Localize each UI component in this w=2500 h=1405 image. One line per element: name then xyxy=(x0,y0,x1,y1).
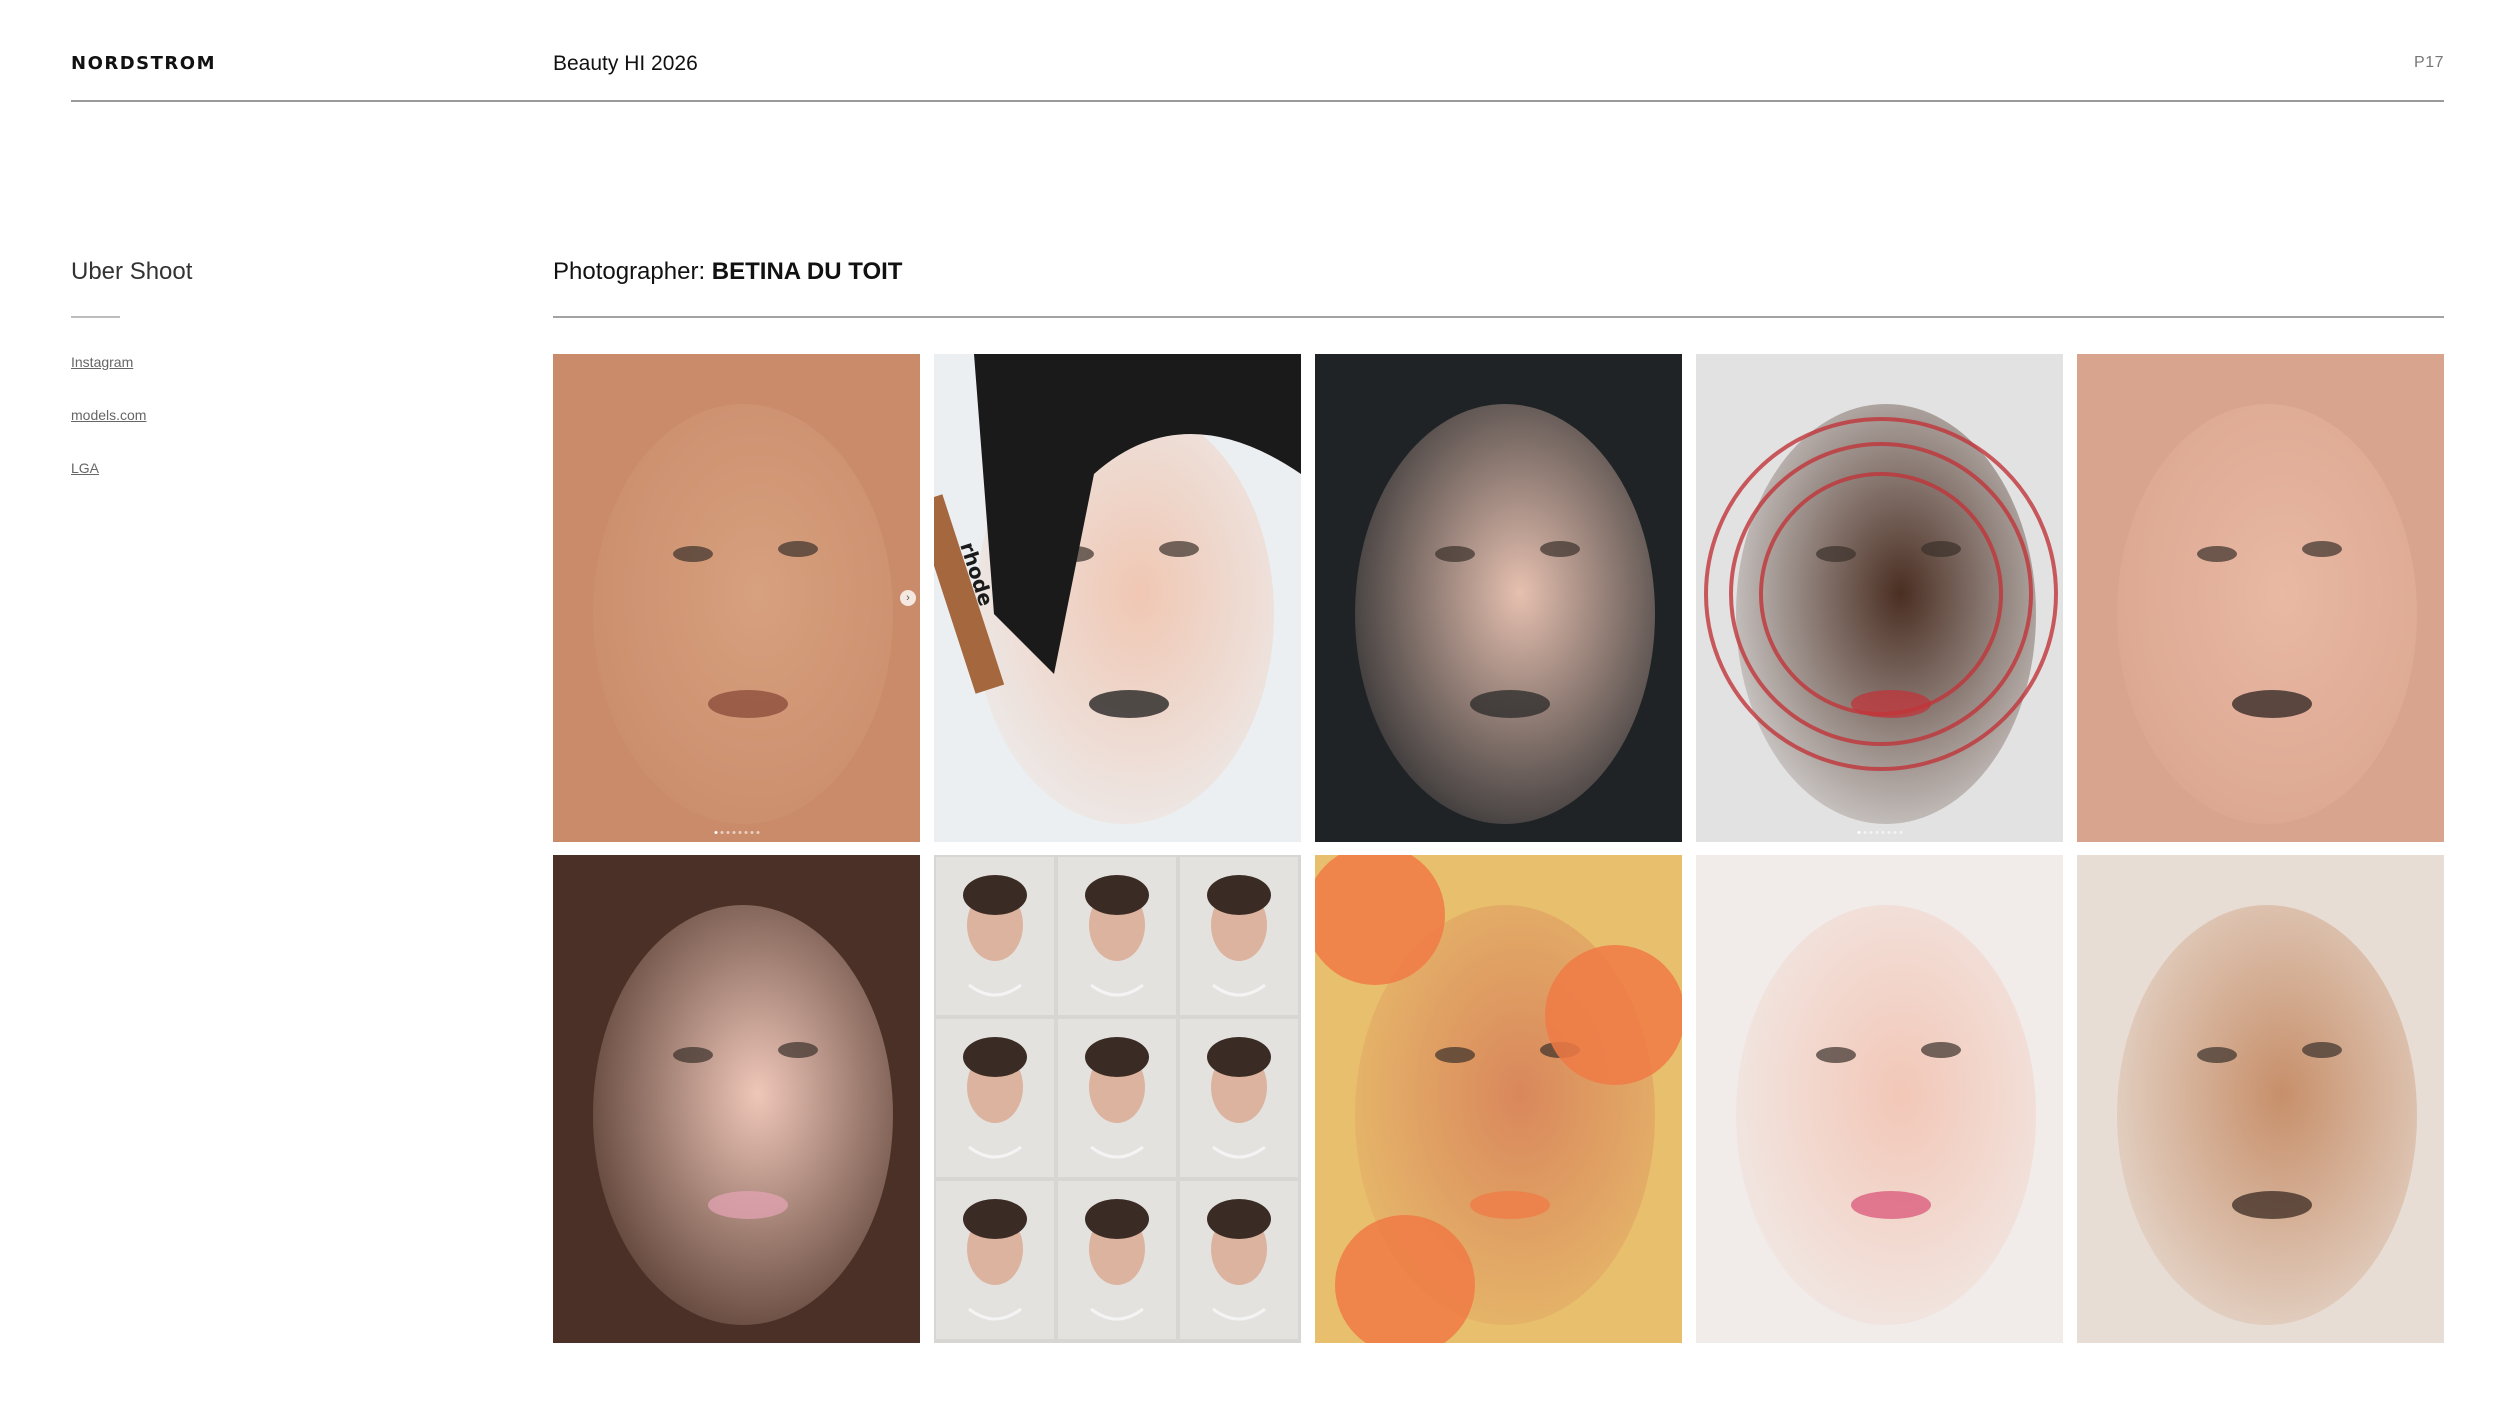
photographer-label: Photographer: xyxy=(553,258,706,285)
section-title: Uber Shoot xyxy=(71,258,193,285)
brand-logo: NORDSTROM xyxy=(71,53,216,74)
next-arrow-icon: › xyxy=(900,590,916,606)
page-number: P17 xyxy=(2414,54,2444,71)
deck-title: Beauty HI 2026 xyxy=(553,52,698,75)
woman-hand-on-cheek-photo xyxy=(2077,855,2444,1343)
jewelry-contact-sheet-photo xyxy=(934,855,1301,1343)
rosy-cheeks-closeup-photo xyxy=(1696,855,2063,1343)
photo-gallery: › rhode xyxy=(553,354,2444,1343)
photographer-credit: Photographer: BETINA DU TOIT xyxy=(553,258,902,286)
freckled-skin-closeup-photo: › xyxy=(553,354,920,842)
woman-with-ring-dark-background-photo xyxy=(1315,354,1682,842)
photographer-name: BETINA DU TOIT xyxy=(711,258,903,285)
portrait-red-circle-lines-photo xyxy=(1696,354,2063,842)
credit-divider xyxy=(553,316,2444,318)
link-models-com[interactable]: models.com xyxy=(71,407,146,423)
reference-links: Instagram models.com LGA xyxy=(71,354,146,513)
two-faces-closeup-photo xyxy=(2077,354,2444,842)
woman-holding-lip-pencil-photo: rhode xyxy=(934,354,1301,842)
section-divider xyxy=(71,316,120,318)
woman-pink-veil-photo xyxy=(553,855,920,1343)
carousel-dots xyxy=(1857,831,1902,834)
link-lga[interactable]: LGA xyxy=(71,460,146,476)
link-instagram[interactable]: Instagram xyxy=(71,354,146,370)
carousel-dots xyxy=(714,831,759,834)
header-divider xyxy=(71,100,2444,102)
woman-with-poppies-photo xyxy=(1315,855,1682,1343)
